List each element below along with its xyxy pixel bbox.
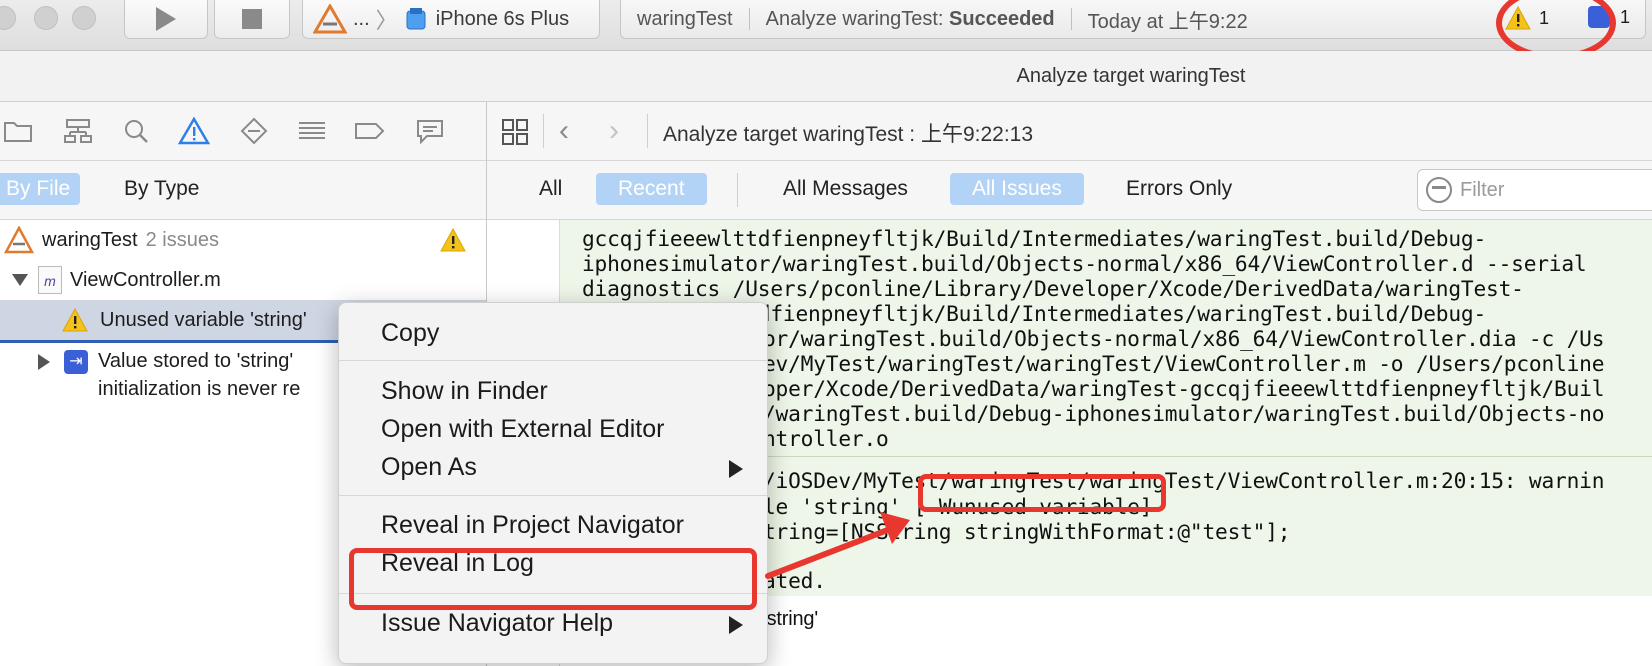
- filter-all[interactable]: All: [539, 177, 562, 201]
- window-zoom-button[interactable]: [72, 6, 96, 30]
- toolbar: ... 〉 iPhone 6s Plus waringTest Analyze …: [0, 0, 1652, 60]
- related-items-grid-icon[interactable]: [501, 118, 529, 151]
- back-chevron-icon[interactable]: ‹: [559, 114, 569, 148]
- string-note: 'string': [763, 608, 818, 630]
- activity-timestamp: Today at 上午9:22: [1087, 10, 1248, 33]
- chevron-right-icon: 〉: [375, 8, 398, 33]
- project-row[interactable]: waringTest 2 issues: [0, 220, 486, 260]
- window-title-bar: Analyze target waringTest: [0, 51, 1652, 102]
- activity-status-result: Succeeded: [949, 7, 1055, 30]
- file-row[interactable]: m ViewController.m: [0, 260, 486, 300]
- activity-view: waringTest Analyze waringTest: Succeeded…: [620, 0, 1646, 39]
- test-diamond-icon[interactable]: [238, 116, 270, 146]
- scheme-ellipsis: ...: [353, 7, 370, 30]
- xcode-project-icon: [4, 226, 34, 254]
- run-button[interactable]: [124, 0, 208, 39]
- disclosure-open-icon[interactable]: [12, 274, 28, 286]
- submenu-arrow-icon: [729, 616, 743, 634]
- log-line: iphonesimulator/waringTest.build/Objects…: [582, 251, 1587, 276]
- report-icon[interactable]: [414, 116, 446, 146]
- menu-item-open-external-editor[interactable]: Open with External Editor: [339, 411, 767, 447]
- warning-icon: [62, 308, 88, 332]
- activity-status: Analyze waringTest: Succeeded: [766, 8, 1055, 31]
- divider: [1070, 8, 1072, 30]
- disclosure-closed-icon[interactable]: [38, 354, 50, 370]
- filter-placeholder: Filter: [1460, 178, 1505, 201]
- filter-search-field[interactable]: Filter: [1417, 169, 1652, 211]
- play-icon: [156, 7, 176, 31]
- activity-status-prefix: Analyze waringTest:: [765, 7, 950, 30]
- filter-errors-only[interactable]: Errors Only: [1126, 177, 1232, 201]
- debug-list-icon[interactable]: [296, 116, 328, 146]
- divider: [737, 173, 738, 207]
- filter-recent[interactable]: Recent: [596, 173, 707, 205]
- menu-separator: [339, 495, 767, 496]
- log-line: ev/MyTest/waringTest/waringTest/ViewCont…: [763, 351, 1605, 376]
- menu-item-copy[interactable]: Copy: [339, 315, 767, 351]
- divider: [543, 114, 544, 148]
- annotation-flag-box: [918, 474, 1166, 512]
- by-file-tab[interactable]: By File: [0, 173, 81, 205]
- divider: [748, 8, 750, 30]
- filter-scope-icon[interactable]: [1426, 177, 1452, 203]
- stop-icon: [242, 9, 262, 29]
- scheme-selector[interactable]: ... 〉 iPhone 6s Plus: [302, 0, 600, 39]
- filter-all-messages[interactable]: All Messages: [783, 177, 908, 201]
- menu-item-issue-navigator-help[interactable]: Issue Navigator Help: [339, 605, 767, 641]
- menu-item-open-as[interactable]: Open As: [339, 449, 767, 485]
- project-issue-count: 2 issues: [145, 228, 219, 251]
- hierarchy-icon[interactable]: [62, 116, 94, 146]
- issue-text-line2: initialization is never re: [98, 378, 301, 400]
- annotation-arrow: [765, 512, 910, 579]
- annotation-reveal-box: [349, 548, 757, 610]
- issue-count: 1: [1620, 6, 1631, 27]
- filter-all-issues[interactable]: All Issues: [950, 173, 1084, 205]
- by-type-tab[interactable]: By Type: [124, 177, 200, 201]
- project-name: waringTest: [42, 228, 138, 251]
- file-name: ViewController.m: [70, 268, 221, 291]
- issue-text-line1: Value stored to 'string': [98, 350, 294, 372]
- window-title: Analyze target waringTest: [1016, 65, 1246, 87]
- log-filter-bar: All Recent All Messages All Issues Error…: [487, 161, 1652, 220]
- issue-navigator-warning-icon[interactable]: [178, 116, 210, 146]
- navigator-selector-bar: [0, 102, 486, 161]
- xcode-app-icon: [313, 4, 347, 34]
- issue-text: Unused variable 'string': [100, 308, 307, 331]
- log-line: oper/Xcode/DerivedData/waringTest-gccqjf…: [763, 376, 1605, 401]
- menu-item-reveal-project-navigator[interactable]: Reveal in Project Navigator: [339, 507, 767, 543]
- log-line: ntroller.o: [763, 426, 889, 451]
- jump-bar: ‹ › Analyze target waringTest : 上午9:22:1…: [487, 102, 1652, 161]
- submenu-arrow-icon: [729, 460, 743, 478]
- log-line: /waringTest.build/Debug-iphonesimulator/…: [763, 401, 1605, 426]
- folder-icon[interactable]: [2, 116, 34, 146]
- search-icon[interactable]: [120, 116, 152, 146]
- simulator-icon: [406, 8, 426, 30]
- log-line: diagnostics /Users/pconline/Library/Deve…: [582, 276, 1524, 301]
- breakpoint-icon[interactable]: [354, 116, 386, 146]
- device-name: iPhone 6s Plus: [435, 7, 570, 30]
- breadcrumb[interactable]: Analyze target waringTest : 上午9:22:13: [663, 118, 1033, 148]
- window-minimize-button[interactable]: [34, 6, 58, 30]
- menu-item-show-in-finder[interactable]: Show in Finder: [339, 373, 767, 409]
- log-line: or/waringTest.build/Objects-normal/x86_6…: [763, 326, 1605, 351]
- log-line: gccqjfieeewlttdfienpneyfltjk/Build/Inter…: [582, 226, 1487, 251]
- objc-file-icon: m: [38, 266, 62, 294]
- navigator-scope-bar: By File By Type: [0, 161, 486, 220]
- activity-target: waringTest: [637, 7, 733, 30]
- menu-separator: [339, 360, 767, 361]
- warning-path-line: /iOSDev/MyTest/waringTest/waringTest/Vie…: [763, 468, 1605, 493]
- divider: [647, 114, 648, 148]
- window-close-button[interactable]: [0, 6, 16, 30]
- warning-icon: [440, 228, 466, 252]
- forward-chevron-icon[interactable]: ›: [609, 114, 619, 148]
- stop-button[interactable]: [214, 0, 290, 39]
- analyzer-issue-icon: ⇥: [64, 350, 88, 374]
